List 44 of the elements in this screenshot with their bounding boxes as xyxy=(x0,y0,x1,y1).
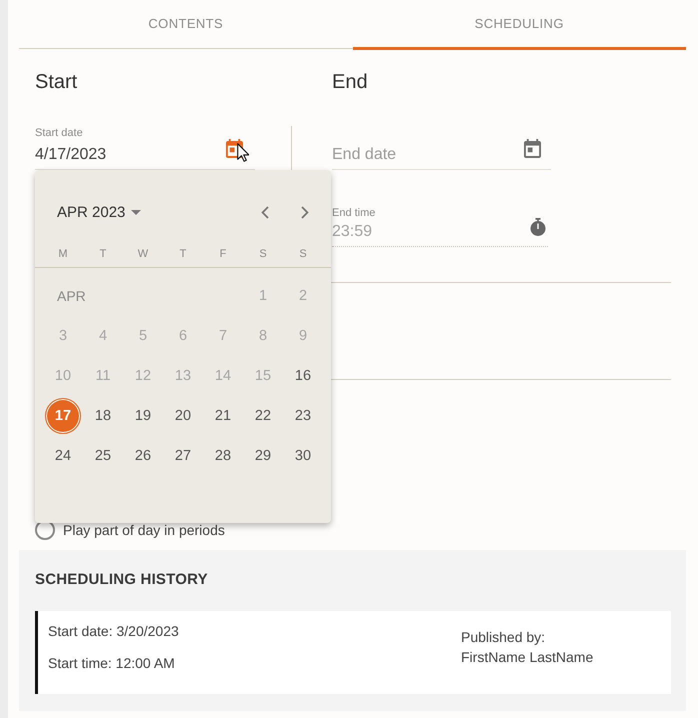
weekday-label: S xyxy=(299,248,307,260)
calendar-icon[interactable] xyxy=(226,139,243,158)
publisher-name: FirstName LastName xyxy=(461,648,594,667)
weekday-label: T xyxy=(180,248,186,260)
start-date-text: Start date: 3/20/2023 xyxy=(48,622,179,641)
weekday-label: M xyxy=(58,248,68,260)
weekday-label: T xyxy=(100,248,106,260)
weekday-label: S xyxy=(259,248,267,260)
calendar-day[interactable]: 16 xyxy=(285,358,321,394)
field-label: End time xyxy=(332,206,376,220)
tab[interactable]: SCHEDULING xyxy=(352,0,686,50)
calendar-day[interactable]: 25 xyxy=(85,438,121,474)
date-input[interactable]: End date xyxy=(332,145,524,165)
calendar-day[interactable]: 28 xyxy=(205,438,241,474)
calendar-day[interactable]: 26 xyxy=(125,438,161,474)
chevron-right-icon xyxy=(301,206,309,218)
calendar-day[interactable]: 21 xyxy=(205,398,241,434)
month-label: APR xyxy=(56,288,86,304)
section-heading: Start xyxy=(35,70,78,94)
mouse-pointer-icon xyxy=(237,143,249,162)
weekday-label: F xyxy=(220,248,226,260)
calendar-day[interactable]: 19 xyxy=(125,398,161,434)
calendar-day[interactable]: 29 xyxy=(245,438,281,474)
stopwatch-icon[interactable] xyxy=(530,218,546,236)
published-by-label: Published by: xyxy=(461,628,546,647)
calendar-day[interactable]: 27 xyxy=(165,438,201,474)
calendar-day[interactable]: 30 xyxy=(285,438,321,474)
calendar-day[interactable]: 20 xyxy=(165,398,201,434)
section-heading: End xyxy=(332,70,368,94)
calendar-day[interactable]: 22 xyxy=(245,398,281,434)
tab[interactable]: CONTENTS xyxy=(19,0,352,50)
month-year-dropdown[interactable]: APR 2023 xyxy=(57,204,142,220)
calendar-day[interactable]: 17 xyxy=(45,398,81,434)
start-time-text: Start time: 12:00 AM xyxy=(48,654,175,673)
calendar-day[interactable]: 18 xyxy=(85,398,121,434)
chevron-left-icon xyxy=(261,206,269,218)
calendar-day[interactable]: 23 xyxy=(285,398,321,434)
date-input[interactable]: 4/17/2023 xyxy=(35,145,226,165)
calendar-day[interactable]: 24 xyxy=(45,438,81,474)
caret-icon xyxy=(131,210,142,214)
weekday-label: W xyxy=(138,248,148,260)
radio-option[interactable]: Play part of day in periods xyxy=(35,520,225,540)
field-label: Start date xyxy=(35,126,83,140)
section-title: SCHEDULING HISTORY xyxy=(35,571,208,589)
